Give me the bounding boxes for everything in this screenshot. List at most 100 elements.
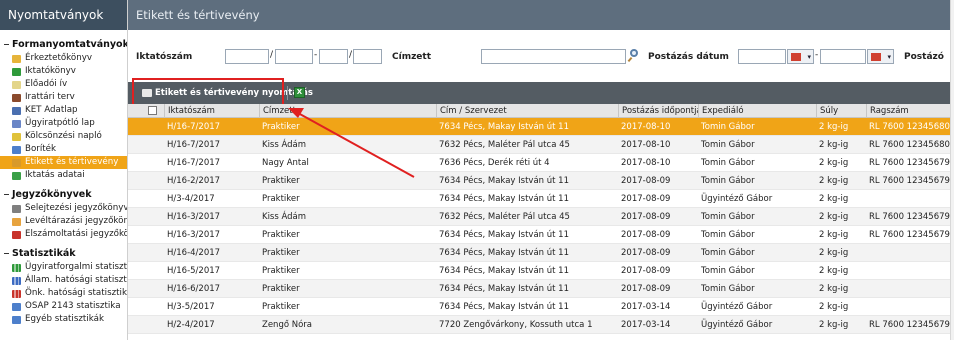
cell-expedialo: Tomin Gábor [701, 248, 755, 258]
envelope-icon [12, 145, 21, 154]
cell-iktatoszam: H/3-4/2017 [167, 194, 215, 204]
cell-cimzett: Nagy Antal [262, 158, 309, 168]
col-header-expedialo[interactable]: Expediáló [698, 104, 816, 118]
nav-item-osap-2143-statisztika[interactable]: OSAP 2143 statisztika [0, 300, 127, 313]
iktatoszam-year-input[interactable] [353, 49, 382, 64]
nav-item-etikett-es-tertiveveny[interactable]: Etikett és tértivevény [0, 156, 127, 169]
select-all-checkbox[interactable] [148, 106, 157, 115]
cell-iktatoszam: H/16-7/2017 [167, 158, 221, 168]
nav-item-iktatokonyv[interactable]: Iktatókönyv [0, 65, 127, 78]
nav-item-egyeb-statisztikak[interactable]: Egyéb statisztikák [0, 313, 127, 326]
cell-suly: 2 kg-ig [819, 248, 849, 258]
table-row[interactable]: H/3-5/2017 Praktiker 7634 Pécs, Makay Istv… [128, 298, 954, 316]
cell-expedialo: Ügyintéző Gábor [701, 194, 773, 204]
date-from-input[interactable] [738, 49, 786, 64]
main-panel: Etikett és tértivevény Iktatószám / - / … [128, 0, 954, 340]
cell-ragszam [866, 244, 954, 262]
cimzett-input[interactable] [481, 49, 626, 64]
nav-item-elszamoltatasi-jegyzokonyv[interactable]: Elszámoltatási jegyzőkönyv [0, 228, 127, 241]
slash-separator: / [349, 50, 353, 60]
table-row[interactable]: H/3-4/2017 Praktiker 7634 Pécs, Makay Istv… [128, 190, 954, 208]
notebook-icon [12, 132, 21, 141]
table-row[interactable]: H/16-7/2017 Nagy Antal 7636 Pécs, Derék ré… [128, 154, 954, 172]
row-select-cell [128, 280, 164, 298]
nav-item-allam-hatosagi-statisztika[interactable]: Állam. hatósági statisztika [0, 274, 127, 287]
cell-suly: 2 kg-ig [819, 176, 849, 186]
cell-ragszam: RL 7600 123456796 [869, 212, 954, 222]
toolbar: Etikett és tértivevény nyomtatás X [128, 78, 954, 108]
excel-export-icon[interactable]: X [294, 87, 305, 98]
cell-postazas: 2017-08-10 [621, 140, 671, 150]
table-row[interactable]: H/16-5/2017 Praktiker 7634 Pécs, Makay Ist… [128, 262, 954, 280]
iktatoszam-prefix-input[interactable] [225, 49, 269, 64]
cell-cim: 7632 Pécs, Maléter Pál utca 45 [439, 212, 570, 222]
cell-postazas: 2017-08-09 [621, 248, 671, 258]
cell-suly: 2 kg-ig [819, 158, 849, 168]
cell-postazas: 2017-08-09 [621, 176, 671, 186]
cell-postazas: 2017-08-09 [621, 212, 671, 222]
row-select-cell [128, 244, 164, 262]
table-row[interactable]: H/16-2/2017 Praktiker 7634 Pécs, Makay Ist… [128, 172, 954, 190]
nav-item-ket-adatlap[interactable]: KET Adatlap [0, 104, 127, 117]
pages-icon [12, 158, 21, 167]
cell-cim: 7634 Pécs, Makay István út 11 [439, 248, 569, 258]
nav-item-levetarazasi-jegyzokonyv[interactable]: Levéltárazási jegyzőkönyv [0, 215, 127, 228]
cell-cim: 7634 Pécs, Makay István út 11 [439, 230, 569, 240]
cell-ragszam: RL 7600 123456797 [869, 158, 954, 168]
nav-item-selejtezesi-jegyzokonyv[interactable]: Selejtezési jegyzőkönyv [0, 202, 127, 215]
iktatoszam-label: Iktatószám [136, 52, 193, 62]
table-header: Iktatószám Címzett Cím / Szervezet Postá… [128, 104, 954, 118]
col-header-iktatoszam[interactable]: Iktatószám [164, 104, 259, 118]
table-row[interactable]: H/16-7/2017 Kiss Ádám 7632 Pécs, Maléter P… [128, 136, 954, 154]
cell-iktatoszam: H/16-3/2017 [167, 230, 221, 240]
cell-iktatoszam: H/16-6/2017 [167, 284, 221, 294]
col-header-ragszam[interactable]: Ragszám [866, 104, 954, 118]
nav-item-ugyiratpotlo-lap[interactable]: Ügyiratpótló lap [0, 117, 127, 130]
cell-expedialo: Tomin Gábor [701, 122, 755, 132]
table-row[interactable]: H/2-4/2017 Zengő Nóra 7720 Zengővárkony, K… [128, 316, 954, 334]
nav-item-irattari-terv[interactable]: Irattári terv [0, 91, 127, 104]
calendar-dropdown-icon[interactable]: ▾ [787, 49, 814, 64]
cell-iktatoszam: H/16-7/2017 [167, 140, 221, 150]
document-icon [12, 80, 21, 89]
sidebar: Nyomtatványok Formanyomtatványok Érkezte… [0, 0, 128, 340]
table-row[interactable]: H/16-7/2017 Praktiker 7634 Pécs, Makay Ist… [128, 118, 954, 136]
cell-postazas: 2017-08-09 [621, 194, 671, 204]
cell-cimzett: Praktiker [262, 122, 300, 132]
bar-chart-blue-icon [12, 276, 21, 285]
col-header-cimzett[interactable]: Címzett [259, 104, 436, 118]
table-row[interactable]: H/16-6/2017 Praktiker 7634 Pécs, Makay Ist… [128, 280, 954, 298]
row-select-cell [128, 154, 164, 172]
cell-ragszam [866, 298, 954, 316]
nav-item-ugyiratforgalmi-statisztika[interactable]: Ügyiratforgalmi statisztika [0, 261, 127, 274]
table-row[interactable]: H/16-3/2017 Kiss Ádám 7632 Pécs, Maléter P… [128, 208, 954, 226]
nav-item-eloadoi-iv[interactable]: Előadói ív [0, 78, 127, 91]
book-icon [12, 93, 21, 102]
nav-item-erkeztetokonyv[interactable]: Érkeztetőkönyv [0, 52, 127, 65]
scrollbar[interactable] [950, 0, 954, 340]
table-row[interactable]: H/16-3/2017 Praktiker 7634 Pécs, Makay Ist… [128, 226, 954, 244]
cell-ragszam: RL 7600 123456799 [869, 176, 954, 186]
nav-item-onk-hatosagi-statisztika[interactable]: Önk. hatósági statisztika [0, 287, 127, 300]
cell-iktatoszam: H/16-5/2017 [167, 266, 221, 276]
col-header-suly[interactable]: Súly [816, 104, 866, 118]
table-row[interactable]: H/16-4/2017 Praktiker 7634 Pécs, Makay Ist… [128, 244, 954, 262]
cell-cimzett: Praktiker [262, 230, 300, 240]
nav-item-boritek[interactable]: Boríték [0, 143, 127, 156]
cell-postazas: 2017-03-14 [621, 320, 671, 330]
calendar-dropdown-icon[interactable]: ▾ [867, 49, 894, 64]
nav-item-iktatas-adatai[interactable]: Iktatás adatai [0, 169, 127, 182]
cell-cimzett: Praktiker [262, 266, 300, 276]
cell-cimzett: Kiss Ádám [262, 212, 307, 222]
cell-ragszam [866, 262, 954, 280]
iktatoszam-number-input[interactable] [275, 49, 313, 64]
col-header-postazas-idopontja[interactable]: Postázás időpontja [618, 104, 698, 118]
nav-item-kolcsonzesi-naplo[interactable]: Kölcsönzési napló [0, 130, 127, 143]
cell-cim: 7634 Pécs, Makay István út 11 [439, 266, 569, 276]
date-to-input[interactable] [820, 49, 866, 64]
iktatoszam-sub-input[interactable] [319, 49, 348, 64]
filter-bar: Iktatószám / - / Címzett Postázás dátum … [128, 46, 954, 70]
cell-cim: 7632 Pécs, Maléter Pál utca 45 [439, 140, 570, 150]
col-header-cim[interactable]: Cím / Szervezet [436, 104, 618, 118]
search-icon[interactable] [627, 49, 640, 63]
